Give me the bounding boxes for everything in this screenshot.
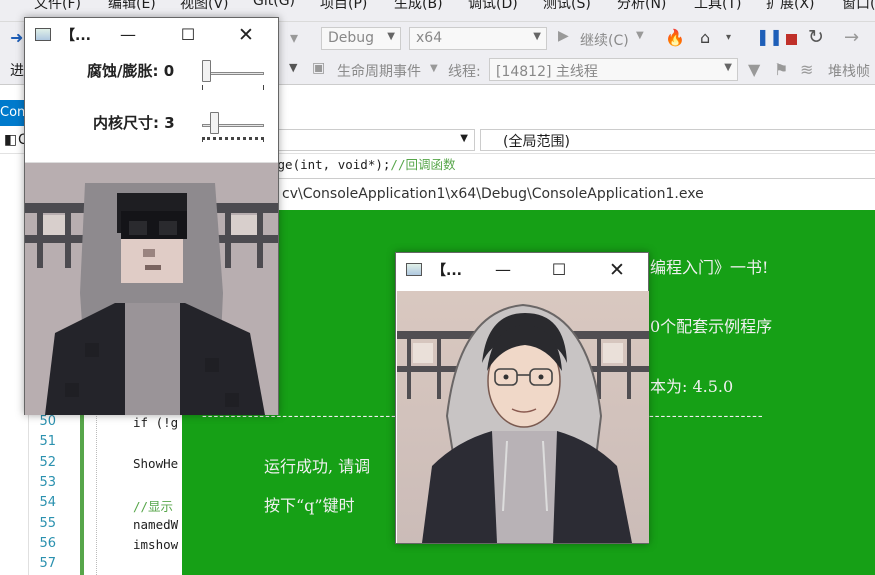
menu-build[interactable]: 生成(B) [394,0,443,13]
maximize-button[interactable]: ☐ [165,20,211,49]
kernel-trackbar-label: 内核尺寸: 3 [93,114,175,132]
kernel-trackbar[interactable] [202,112,264,142]
code-line: ShowHe [133,455,179,471]
menu-debug[interactable]: 调试(D) [468,0,518,13]
hot-reload-icon[interactable]: 🔥 [665,28,685,47]
thread-label: 线程: [448,64,481,80]
erode-trackbar-thumb[interactable] [202,60,211,82]
menu-analyze[interactable]: 分析(N) [617,0,666,13]
console-line: 按下“q”键时 [264,496,355,515]
window-titlebar[interactable]: 【... — ☐ ✕ [396,253,648,286]
play-icon[interactable]: ▶ [558,28,569,44]
trackbar-ticks [202,137,264,142]
chevron-down-icon: ▼ [460,133,468,144]
line-number: 54 [39,495,56,511]
menu-git[interactable]: Git(G) [253,0,295,9]
app-icon [35,28,51,41]
nav-member-dropdown[interactable]: (全局范围) [480,129,875,151]
lifecycle-events-button[interactable]: 生命周期事件 [337,61,421,81]
menu-project[interactable]: 项目(P) [320,0,367,13]
eroded-portrait-image [25,163,278,415]
portrait-image [397,291,649,543]
code-line: if (!g [133,415,179,430]
console-line: 本为: 4.5.0 [650,377,734,396]
menu-tools[interactable]: 工具(T) [694,0,741,13]
maximize-button[interactable]: ☐ [536,255,582,284]
erode-trackbar-label: 腐蚀/膨胀: 0 [87,62,175,80]
code-line: namedW [133,516,179,532]
console-line: 0个配套示例程序 [650,317,773,336]
line-number: 57 [39,556,56,572]
trackbar-ticks [202,85,264,90]
chevron-down-icon[interactable]: ▼ [289,61,297,74]
menu-view[interactable]: 视图(V) [180,0,229,13]
trackbar-rail [202,72,264,75]
line-number: 53 [39,474,56,490]
minimize-button[interactable]: — [480,255,526,284]
chevron-down-icon[interactable]: ▼ [636,30,644,41]
menu-test[interactable]: 测试(S) [543,0,591,13]
menu-extensions[interactable]: 扩展(X) [766,0,815,13]
show-next-statement-icon[interactable]: → [844,27,859,48]
solution-config-dropdown[interactable]: Debug ▼ [321,27,401,50]
kernel-trackbar-thumb[interactable] [209,112,219,134]
code-line: imshow [133,536,179,552]
code-line-callback: nge(int, void*);//回调函数 [270,157,456,172]
app-icon [406,263,422,276]
processed-image [25,163,278,415]
original-image [397,291,649,543]
original-image-window[interactable]: 【... — ☐ ✕ [395,252,649,544]
lifecycle-icon: ▣ [312,60,326,76]
menu-window[interactable]: 窗口( [842,0,875,13]
chevron-down-icon: ▼ [724,62,732,73]
window-title: 【... [61,28,91,44]
restart-icon[interactable]: ↻ [808,26,824,48]
project-icon: ◧ [4,132,18,148]
close-button[interactable]: ✕ [223,20,269,49]
line-number: 52 [39,454,56,470]
menu-file[interactable]: 文件(F) [34,0,81,13]
dropdown-arrow-icon[interactable]: ▾ [290,28,298,47]
menu-edit[interactable]: 编辑(E) [108,0,156,13]
filter-icon[interactable]: ▼ [748,60,760,79]
erode-trackbar[interactable] [202,60,264,90]
close-button[interactable]: ✕ [594,255,640,284]
chevron-down-icon: ▼ [387,31,395,42]
kernel-trackbar-row: 内核尺寸: 3 [25,108,278,156]
erode-trackbar-row: 腐蚀/膨胀: 0 [25,56,278,104]
browser-icon[interactable]: ⌂ [700,28,710,47]
flag-threads-icon[interactable]: ⚑ [774,60,788,79]
chevron-down-icon[interactable]: ▾ [726,32,731,43]
stack-icon[interactable]: ≋ [800,60,813,79]
window-titlebar[interactable]: 【... — ☐ ✕ [25,18,278,51]
chevron-down-icon[interactable]: ▼ [430,63,438,74]
code-line: //显示 [133,499,174,515]
back-icon[interactable]: ➜ [10,28,23,47]
process-label: 进 [10,63,24,79]
line-number: 56 [39,535,56,551]
stop-icon[interactable] [786,34,797,45]
stack-frame-label: 堆栈帧 [828,64,870,80]
nav-scope-dropdown[interactable]: ▼ [275,129,475,151]
line-number: 50 [39,414,56,429]
line-number: 55 [39,515,56,531]
platform-dropdown[interactable]: x64 ▼ [409,27,547,50]
erode-dilate-window[interactable]: 【... — ☐ ✕ 腐蚀/膨胀: 0 内核尺寸: 3 [24,17,279,415]
console-titlebar: cv\ConsoleApplication1\x64\Debug\Console… [182,178,875,210]
continue-button[interactable]: 继续(C) [580,30,629,50]
line-number: 51 [39,434,56,450]
thread-dropdown[interactable]: [14812] 主线程 ▼ [489,58,738,81]
console-line: 编程入门》一书! [650,258,769,277]
window-title: 【... [432,263,462,279]
minimize-button[interactable]: — [105,20,151,49]
pause-icon[interactable]: ❚❚ [756,27,783,46]
chevron-down-icon: ▼ [533,31,541,42]
console-line: 运行成功, 请调 [264,457,371,476]
